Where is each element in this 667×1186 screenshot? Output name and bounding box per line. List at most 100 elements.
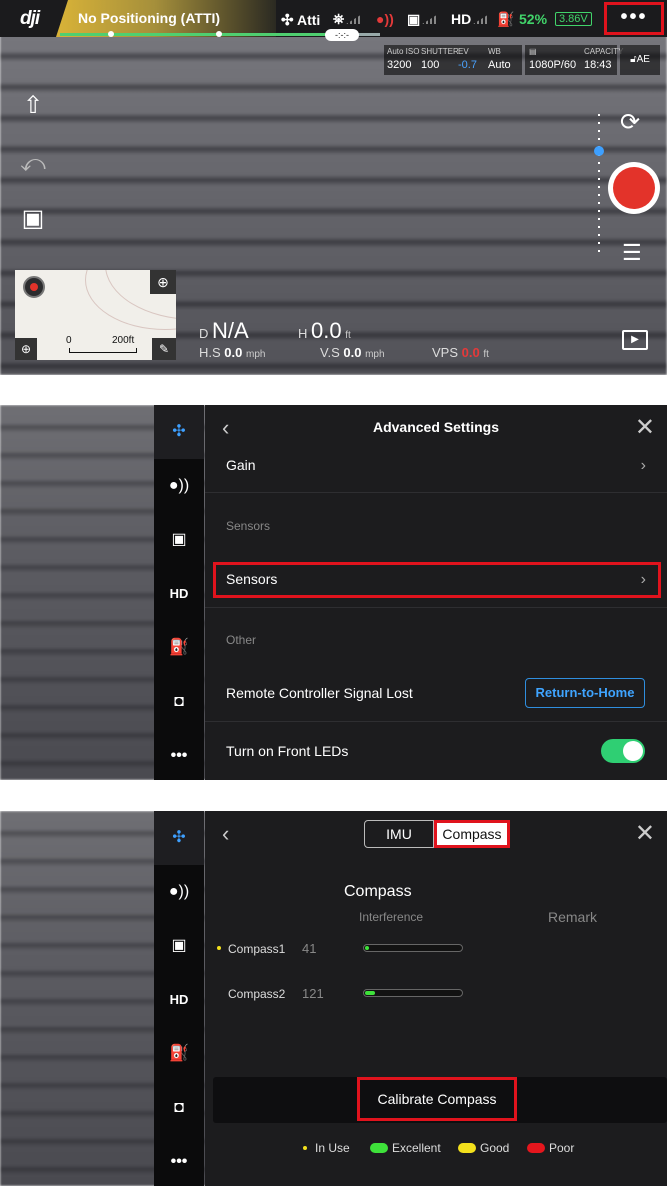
remote-controller-icon[interactable]: ▣ bbox=[154, 513, 204, 567]
ev-label: EV bbox=[458, 47, 469, 56]
ae-label: AE bbox=[636, 54, 650, 65]
obstacle-sensing-icon[interactable]: ●)) bbox=[154, 459, 204, 513]
divider bbox=[205, 492, 667, 493]
camera-icon[interactable]: ◘ bbox=[154, 1081, 204, 1135]
compass2-bar-fill bbox=[365, 991, 375, 995]
compass1-bar-fill bbox=[365, 946, 369, 950]
vspeed-readout: V.S 0.0 mph bbox=[320, 345, 385, 360]
drone-icon: ✣ bbox=[281, 12, 294, 29]
obstacle-sensing-icon[interactable]: ●)) bbox=[376, 11, 394, 27]
return-home-icon[interactable]: ⤺ bbox=[19, 150, 47, 178]
front-leds-toggle[interactable] bbox=[601, 739, 645, 763]
exposure-params[interactable]: Auto ISO 3200 SHUTTER 100 EV -0.7 WB Auto bbox=[384, 45, 522, 75]
hs-label: H.S bbox=[199, 345, 221, 360]
rc-signal[interactable]: ▣ bbox=[407, 11, 439, 28]
close-icon[interactable]: ✕ bbox=[635, 413, 655, 442]
camera-icon[interactable]: ◘ bbox=[154, 675, 204, 729]
section-other: Other bbox=[226, 633, 257, 647]
map-scale-zero: 0 bbox=[66, 335, 72, 346]
storage-params[interactable]: ▤ 1080P/60 CAPACITY 18:43 bbox=[525, 45, 623, 75]
obstacle-sensing-icon[interactable]: ●)) bbox=[154, 865, 204, 919]
calibrate-compass-button[interactable]: Calibrate Compass bbox=[357, 1077, 517, 1121]
battery-icon[interactable]: ⛽ bbox=[154, 1027, 204, 1081]
wb-label: WB bbox=[488, 47, 501, 56]
poor-swatch bbox=[527, 1143, 545, 1153]
playback-icon[interactable]: ▶ bbox=[622, 330, 648, 350]
video-link[interactable]: HD bbox=[451, 11, 490, 27]
hspeed-readout: H.S 0.0 mph bbox=[199, 345, 265, 360]
hd-label: HD bbox=[451, 11, 472, 27]
height-value: 0.0 bbox=[311, 318, 342, 343]
hd-settings-tab[interactable]: HD bbox=[154, 973, 204, 1027]
shutter-label: SHUTTER bbox=[421, 47, 459, 56]
map-center-icon[interactable]: ⊕ bbox=[150, 270, 176, 294]
iso-label: Auto ISO bbox=[387, 47, 420, 56]
gps-status[interactable]: ⛯ bbox=[333, 11, 363, 28]
vps-label: VPS bbox=[432, 345, 459, 360]
gps-time-tag: -:-:- bbox=[325, 29, 359, 41]
eraser-icon[interactable]: ✎ bbox=[152, 338, 176, 360]
camera-settings-icon[interactable]: ☰ bbox=[622, 240, 642, 266]
legend-good-label: Good bbox=[480, 1141, 510, 1155]
remark-column: Remark bbox=[548, 909, 598, 925]
progress-marker bbox=[108, 31, 114, 37]
dji-logo[interactable]: dji bbox=[20, 8, 40, 30]
battery-icon[interactable]: ⛽ bbox=[497, 11, 514, 28]
capacity-value: 18:43 bbox=[584, 59, 612, 71]
divider bbox=[205, 607, 667, 608]
compass1-name: Compass1 bbox=[228, 942, 286, 956]
takeoff-icon[interactable]: ⇧ bbox=[19, 92, 47, 120]
hd-settings-tab[interactable]: HD bbox=[154, 567, 204, 621]
hs-value: 0.0 bbox=[224, 345, 243, 360]
compass2-interference-bar bbox=[363, 989, 463, 997]
battery-icon[interactable]: ⛽ bbox=[154, 621, 204, 675]
flight-mode-text: No Positioning (ATTI) bbox=[78, 10, 221, 26]
drone-mode[interactable]: ✣ Atti bbox=[281, 11, 320, 29]
close-icon[interactable]: ✕ bbox=[635, 819, 655, 848]
hd-signal-icon bbox=[473, 14, 490, 24]
compass-heading: Compass bbox=[344, 883, 412, 900]
vs-unit: mph bbox=[365, 349, 385, 360]
zoom-icon[interactable]: ⊕ bbox=[15, 338, 37, 360]
tab-imu[interactable]: IMU bbox=[364, 820, 434, 848]
capacity-label: CAPACITY bbox=[584, 47, 624, 56]
legend-good: Good bbox=[458, 1141, 509, 1155]
remote-controller-icon: ▣ bbox=[407, 11, 421, 27]
legend-in-use: In Use bbox=[303, 1141, 350, 1155]
legend-excellent-label: Excellent bbox=[392, 1141, 441, 1155]
back-chevron-icon[interactable]: ‹ bbox=[222, 821, 229, 847]
remote-controller-icon[interactable]: ▣ bbox=[19, 205, 47, 233]
aircraft-settings-icon[interactable]: ✣ bbox=[154, 811, 204, 865]
compass2-value: 121 bbox=[302, 986, 324, 1001]
rc-signal-lost-label: Remote Controller Signal Lost bbox=[226, 685, 413, 701]
divider bbox=[205, 721, 667, 722]
compass2-name: Compass2 bbox=[228, 987, 286, 1001]
rc-signal-lost-select[interactable]: Return-to-Home bbox=[525, 678, 645, 708]
slider-knob[interactable] bbox=[594, 146, 604, 156]
iso-value: 3200 bbox=[387, 59, 412, 71]
wb-value: Auto bbox=[488, 59, 511, 71]
interference-column: Interference bbox=[359, 910, 424, 924]
more-tab[interactable]: ••• bbox=[154, 729, 204, 780]
photo-video-slider[interactable] bbox=[596, 114, 602, 260]
gain-row[interactable]: Gain › bbox=[226, 457, 656, 474]
distance-value: N/A bbox=[212, 318, 249, 343]
sd-card-icon: ▤ bbox=[529, 47, 537, 56]
more-tab[interactable]: ••• bbox=[154, 1135, 204, 1186]
remote-controller-icon[interactable]: ▣ bbox=[154, 919, 204, 973]
aircraft-settings-icon[interactable]: ✣ bbox=[154, 405, 204, 459]
video-format: 1080P/60 bbox=[529, 59, 577, 71]
excellent-swatch bbox=[370, 1143, 388, 1153]
battery-progress-fill bbox=[60, 33, 328, 36]
mini-map[interactable]: ⊕ ⊕ ✎ 0 200ft bbox=[15, 270, 176, 360]
vps-value: 0.0 bbox=[461, 345, 480, 360]
more-settings-button[interactable]: ••• bbox=[604, 2, 664, 35]
legend-excellent: Excellent bbox=[370, 1141, 441, 1155]
record-button[interactable] bbox=[608, 162, 660, 214]
camera-switch-icon[interactable]: ⟳ bbox=[620, 108, 640, 137]
ae-lock-button[interactable]: 🔓︎AE bbox=[620, 45, 660, 75]
vps-unit: ft bbox=[483, 349, 489, 360]
distance-readout: D N/A bbox=[199, 318, 249, 344]
highlight-box bbox=[213, 562, 661, 598]
tab-compass[interactable]: Compass bbox=[434, 820, 510, 848]
